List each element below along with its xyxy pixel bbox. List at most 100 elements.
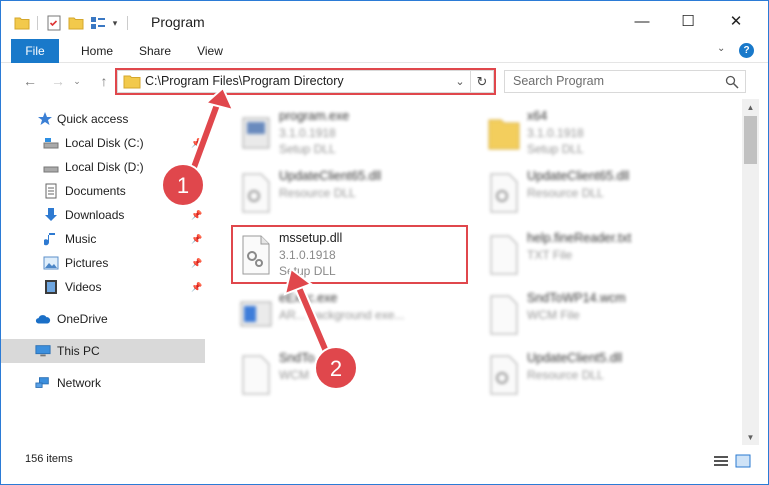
pictures-icon xyxy=(43,255,59,271)
sidebar-item-label: Music xyxy=(65,232,97,246)
file-item[interactable]: program.exe 3.1.0.1918 Setup DLL xyxy=(207,107,437,161)
file-details: Resource DLL xyxy=(279,186,356,200)
file-name: UpdateClient65.dll xyxy=(279,169,382,183)
pin-icon[interactable]: 📌 xyxy=(191,210,202,220)
file-details: Resource DLL xyxy=(527,368,604,382)
sidebar-item-label: Pictures xyxy=(65,256,109,270)
sidebar-item-videos[interactable]: Videos 📌 xyxy=(1,275,205,299)
annotation-box-file xyxy=(231,225,468,284)
back-arrow-icon[interactable]: ← xyxy=(19,71,41,91)
help-icon[interactable]: ? xyxy=(739,43,754,58)
vertical-scrollbar[interactable]: ▲ ▼ xyxy=(742,99,759,445)
wcm-file-icon xyxy=(485,294,523,336)
file-name: x64 xyxy=(527,109,548,123)
file-name: UpdateClient65.dll xyxy=(527,169,630,183)
expand-ribbon-icon[interactable]: ⌄ xyxy=(717,43,725,54)
file-item[interactable]: help.fineReader.txt TXT File xyxy=(455,229,685,283)
cloud-icon xyxy=(35,311,51,327)
star-icon xyxy=(37,111,53,127)
file-name: eExec.exe xyxy=(279,291,338,305)
maximize-button[interactable]: ☐ xyxy=(665,1,711,41)
tab-view[interactable]: View xyxy=(187,39,233,63)
sidebar-item-label: Network xyxy=(57,376,102,390)
sidebar-item-quick-access[interactable]: Quick access xyxy=(1,107,205,131)
forward-arrow-icon[interactable]: → xyxy=(47,71,69,91)
close-button[interactable]: ✕ xyxy=(713,1,759,41)
file-item[interactable]: eExec.exe AR... background exe... xyxy=(207,289,437,343)
file-item[interactable]: SndTo...wcm WCM xyxy=(207,349,437,403)
file-name: program.exe xyxy=(279,109,350,123)
sidebar-item-music[interactable]: Music 📌 xyxy=(1,227,205,251)
scroll-down-icon[interactable]: ▼ xyxy=(742,429,759,445)
sidebar-item-documents[interactable]: Documents xyxy=(1,179,205,203)
sidebar-item-label: Local Disk (D:) xyxy=(65,160,144,174)
search-placeholder: Search Program xyxy=(513,74,605,88)
drive-icon xyxy=(43,159,59,175)
explorer-window: ▾ Program — ☐ ✕ File Home Share View ⌄ ?… xyxy=(0,0,769,485)
file-details: 3.1.0.1918 Setup DLL xyxy=(279,126,336,156)
pin-icon[interactable]: 📌 xyxy=(191,282,202,292)
sidebar-item-onedrive[interactable]: OneDrive xyxy=(1,307,205,331)
window-title: Program xyxy=(151,14,205,30)
item-count: 156 items xyxy=(25,453,73,465)
recent-locations-icon[interactable]: ⌄ xyxy=(71,71,83,91)
sidebar-item-this-pc[interactable]: This PC xyxy=(1,339,205,363)
ribbon-tabs: File Home Share View ⌄ ? xyxy=(1,39,768,93)
file-item[interactable]: UpdateClient65.dll Resource DLL xyxy=(455,167,685,221)
sidebar-item-downloads[interactable]: Downloads 📌 xyxy=(1,203,205,227)
tab-share[interactable]: Share xyxy=(129,39,181,63)
search-icon[interactable] xyxy=(725,75,739,89)
title-bar: ▾ Program — ☐ ✕ xyxy=(1,1,768,41)
up-arrow-icon[interactable]: ↑ xyxy=(93,71,115,91)
customize-toolbar-icon[interactable]: ▾ xyxy=(109,12,121,34)
pin-icon[interactable]: 📌 xyxy=(191,138,202,148)
pin-icon[interactable]: 📌 xyxy=(191,234,202,244)
videos-icon xyxy=(43,279,59,295)
dll-file-icon xyxy=(485,354,523,396)
text-file-icon xyxy=(485,234,523,276)
file-name: SndToWP14.wcm xyxy=(527,291,626,305)
properties-icon[interactable] xyxy=(43,12,65,34)
sidebar-item-local-disk-d[interactable]: Local Disk (D:) xyxy=(1,155,205,179)
sidebar-item-network[interactable]: Network xyxy=(1,371,205,395)
navigation-pane: Quick access Local Disk (C:) 📌 Local Dis… xyxy=(1,105,206,445)
sidebar-item-label: Videos xyxy=(65,280,102,294)
file-item[interactable]: UpdateClient65.dll Resource DLL xyxy=(207,167,437,221)
file-details: 3.1.0.1918 Setup DLL xyxy=(527,126,584,156)
download-icon xyxy=(43,207,59,223)
divider xyxy=(127,16,133,30)
sidebar-item-label: OneDrive xyxy=(57,312,108,326)
folder-icon[interactable] xyxy=(11,12,33,34)
pin-icon[interactable]: 📌 xyxy=(191,258,202,268)
status-bar: 156 items xyxy=(1,449,768,473)
view-options-icon[interactable] xyxy=(87,12,109,34)
tab-home[interactable]: Home xyxy=(71,39,123,63)
file-details: Resource DLL xyxy=(527,186,604,200)
annotation-box-address xyxy=(115,68,496,95)
sidebar-item-label: Downloads xyxy=(65,208,125,222)
file-item[interactable]: x64 3.1.0.1918 Setup DLL xyxy=(455,107,685,161)
file-item[interactable]: UpdateClient5.dll Resource DLL xyxy=(455,349,685,403)
wcm-file-icon xyxy=(237,354,275,396)
minimize-button[interactable]: — xyxy=(619,1,665,41)
sidebar-item-local-disk-c[interactable]: Local Disk (C:) 📌 xyxy=(1,131,205,155)
details-view-icon[interactable] xyxy=(713,454,729,468)
quick-access-toolbar: ▾ xyxy=(11,12,133,34)
sidebar-item-pictures[interactable]: Pictures 📌 xyxy=(1,251,205,275)
scroll-thumb[interactable] xyxy=(744,116,757,164)
file-name: SndTo...wcm xyxy=(279,351,351,365)
search-input[interactable]: Search Program xyxy=(504,70,746,93)
file-item[interactable]: SndToWP14.wcm WCM File xyxy=(455,289,685,343)
sidebar-item-label: This PC xyxy=(57,344,100,358)
dll-file-icon xyxy=(237,172,275,214)
file-details: WCM File xyxy=(527,308,580,322)
new-folder-icon[interactable] xyxy=(65,12,87,34)
file-details: TXT File xyxy=(527,248,573,262)
scroll-up-icon[interactable]: ▲ xyxy=(742,99,759,115)
file-name: UpdateClient5.dll xyxy=(527,351,623,365)
file-details: AR... background exe... xyxy=(279,308,405,322)
large-icons-view-icon[interactable] xyxy=(735,454,751,468)
music-icon xyxy=(43,231,59,247)
computer-icon xyxy=(35,343,51,359)
sidebar-item-label: Local Disk (C:) xyxy=(65,136,144,150)
